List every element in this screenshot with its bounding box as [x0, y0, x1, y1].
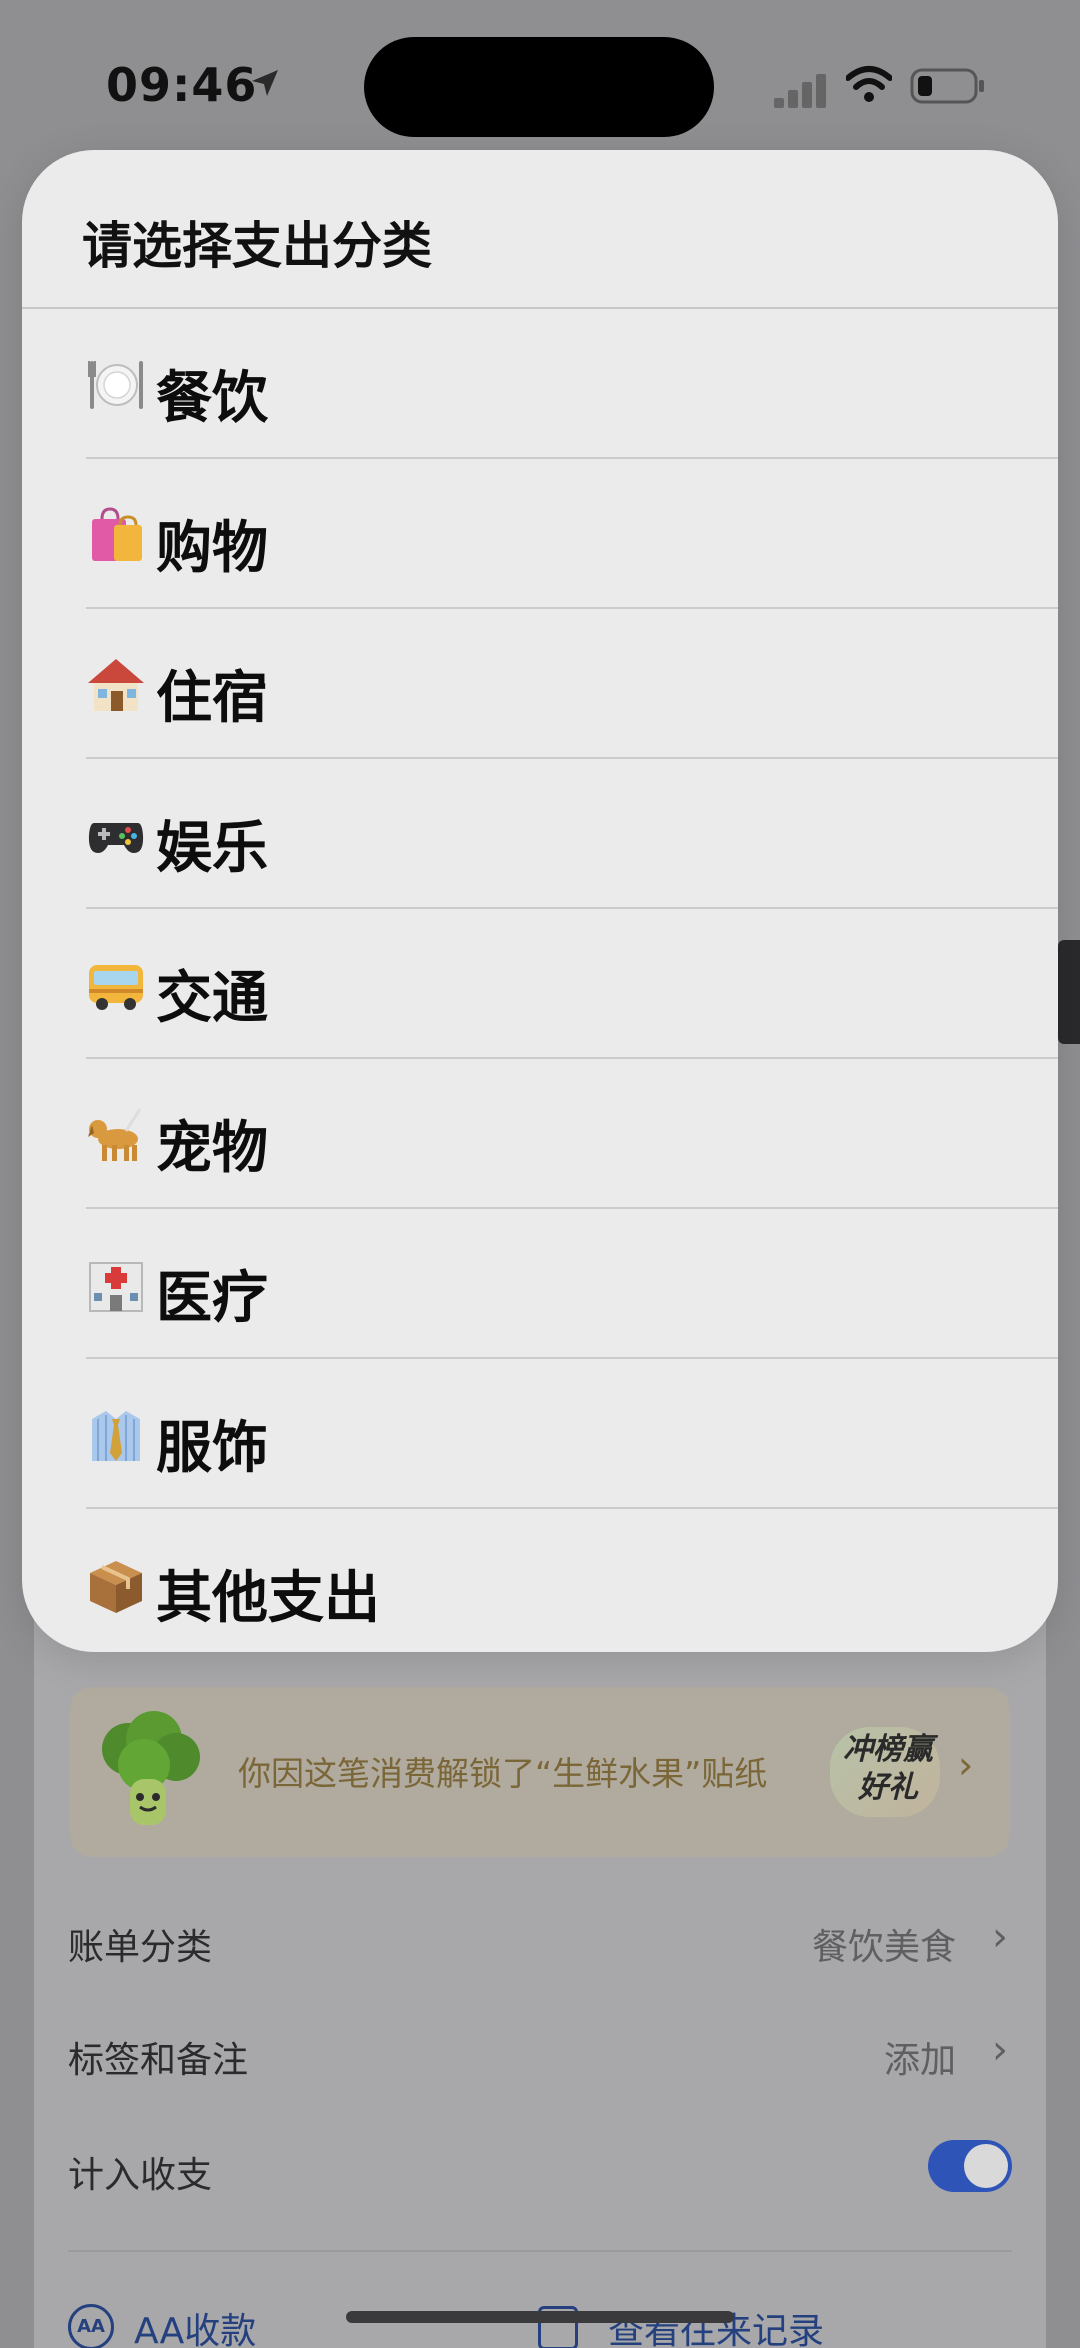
broccoli-sticker-icon	[102, 1711, 200, 1825]
chevron-right-icon: ›	[958, 1743, 974, 1787]
aa-collect-label: AA收款	[134, 2311, 257, 2348]
side-tab	[1058, 940, 1080, 1044]
toggle-knob	[964, 2144, 1008, 2188]
include-in-balance-label: 计入收支	[68, 2155, 213, 2196]
hospital-icon	[89, 1262, 143, 1312]
location-arrow-icon	[252, 70, 278, 96]
category-item-shopping[interactable]: 购物	[22, 459, 1058, 609]
category-label: 宠物	[156, 1116, 268, 1181]
game-controller-icon	[88, 823, 144, 853]
sticker-unlock-banner[interactable]: 你因这笔消费解锁了“生鲜水果”贴纸 冲榜赢好礼 ›	[70, 1687, 1010, 1857]
status-time: 09:46	[106, 58, 258, 112]
category-label: 其他支出	[156, 1566, 380, 1631]
tags-notes-row[interactable]: 标签和备注 添加 ›	[68, 2025, 1012, 2085]
bottom-actions: AA AA收款 查看往来记录	[68, 2300, 1012, 2348]
include-in-balance-row: 计入收支	[68, 2140, 1012, 2200]
tags-notes-value: 添加	[883, 2040, 956, 2081]
home-indicator[interactable]	[346, 2311, 734, 2323]
category-label: 娱乐	[156, 816, 268, 881]
category-label: 医疗	[156, 1266, 268, 1331]
category-item-pets[interactable]: 宠物	[22, 1059, 1058, 1209]
divider	[68, 2250, 1012, 2252]
category-item-apparel[interactable]: 服饰	[22, 1359, 1058, 1509]
bus-icon	[89, 965, 143, 1010]
category-label: 购物	[156, 516, 268, 581]
category-item-dining[interactable]: 餐饮	[22, 309, 1058, 459]
status-bar: 09:46	[0, 0, 1080, 150]
category-label: 住宿	[156, 666, 268, 731]
rank-reward-badge: 冲榜赢好礼	[843, 1732, 933, 1805]
screen: 你因这笔消费解锁了“生鲜水果”贴纸 冲榜赢好礼 › 账单分类 餐饮美食 › 标签…	[0, 0, 1080, 2348]
category-item-transport[interactable]: 交通	[22, 909, 1058, 1059]
tags-notes-label: 标签和备注	[68, 2040, 249, 2081]
shirt-tie-icon	[92, 1411, 140, 1461]
shopping-bags-icon	[92, 507, 142, 561]
chevron-right-icon: ›	[992, 1914, 1008, 1960]
category-item-other-expense[interactable]: 其他支出	[22, 1509, 1058, 1652]
view-history-label: 查看往来记录	[608, 2311, 825, 2348]
category-label: 交通	[156, 966, 268, 1031]
bill-category-value: 餐饮美食	[811, 1927, 956, 1968]
sticker-unlock-text: 你因这笔消费解锁了“生鲜水果”贴纸	[238, 1754, 768, 1793]
dynamic-island	[364, 37, 714, 137]
battery-icon	[910, 68, 984, 104]
wifi-icon	[846, 66, 892, 102]
bill-category-label: 账单分类	[68, 1927, 213, 1968]
dog-icon	[88, 1108, 142, 1161]
category-item-lodging[interactable]: 住宿	[22, 609, 1058, 759]
chevron-right-icon: ›	[992, 2027, 1008, 2073]
package-box-icon	[90, 1561, 142, 1613]
category-label: 餐饮	[156, 366, 268, 431]
expense-category-sheet: 请选择支出分类 餐饮 购物 住宿 娱乐 交通 宠物 医疗 服饰 其他支出	[22, 150, 1058, 1652]
include-in-balance-toggle[interactable]	[928, 2140, 1012, 2192]
sheet-title: 请选择支出分类	[82, 217, 432, 275]
category-item-entertainment[interactable]: 娱乐	[22, 759, 1058, 909]
aa-icon: AA	[68, 2304, 114, 2348]
category-item-medical[interactable]: 医疗	[22, 1209, 1058, 1359]
category-list: 餐饮 购物 住宿 娱乐 交通 宠物 医疗 服饰 其他支出	[22, 309, 1058, 1652]
cellular-signal-icon	[774, 74, 826, 108]
house-icon	[88, 659, 144, 711]
bill-category-row[interactable]: 账单分类 餐饮美食 ›	[68, 1912, 1012, 1972]
category-label: 服饰	[156, 1416, 268, 1481]
plate-cutlery-icon	[88, 361, 143, 409]
